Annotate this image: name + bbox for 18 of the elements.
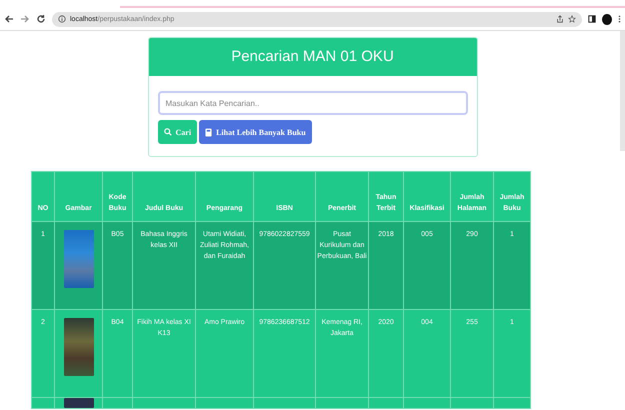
search-icon	[164, 128, 172, 136]
info-icon	[58, 15, 66, 23]
scrollbar[interactable]	[620, 31, 625, 151]
back-icon[interactable]	[4, 14, 14, 24]
profile-avatar[interactable]	[602, 14, 612, 24]
card-title: Pencarian MAN 01 OKU	[148, 38, 476, 76]
star-icon[interactable]	[568, 15, 576, 23]
forward-icon[interactable]	[20, 14, 30, 24]
book-cover-placeholder	[64, 318, 94, 376]
reload-icon[interactable]	[36, 14, 46, 24]
book-icon	[205, 128, 212, 136]
share-icon[interactable]	[556, 15, 564, 23]
book-cover-placeholder	[64, 398, 94, 408]
more-books-button[interactable]: Lihat Lebih Banyak Buku	[199, 120, 312, 144]
menu-icon[interactable]	[618, 14, 621, 24]
search-field[interactable]: Masukan Kata Pencarian..	[158, 91, 468, 115]
sidebar-icon[interactable]	[588, 15, 596, 23]
book-cover-placeholder	[64, 230, 94, 288]
